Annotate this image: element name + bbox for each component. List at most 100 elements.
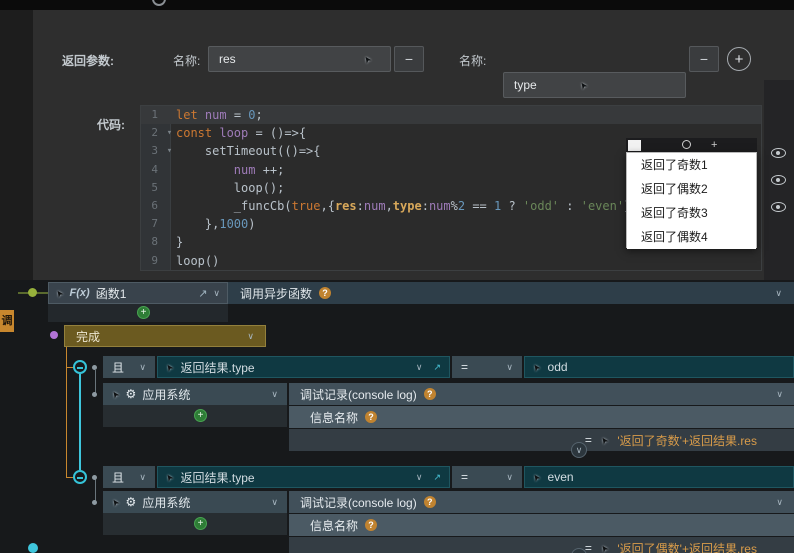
- done-branch-selector[interactable]: 完成 ∨: [64, 325, 266, 347]
- help-icon[interactable]: ?: [365, 519, 378, 531]
- plus-icon: +: [140, 306, 147, 318]
- operator-select[interactable]: = ∨: [452, 466, 522, 488]
- add-action-button[interactable]: +: [194, 409, 207, 422]
- async-call-label: 调用异步函数: [240, 286, 313, 301]
- done-label: 完成: [76, 329, 101, 344]
- popup-item[interactable]: 返回了奇数1: [627, 153, 756, 177]
- cursor-icon: ➤: [530, 361, 543, 374]
- code-label: 代码:: [97, 118, 125, 132]
- chevron-down-icon: ∨: [271, 388, 278, 399]
- info-value-row[interactable]: = ➤ '返回了奇数'+返回结果.res: [289, 429, 794, 451]
- plus-icon: +: [197, 517, 204, 529]
- side-tab[interactable]: 调: [0, 310, 14, 332]
- cursor-icon: ➤: [361, 53, 375, 66]
- operator-select[interactable]: = ∨: [452, 356, 522, 378]
- info-name-row: 信息名称 ?: [289, 514, 794, 536]
- chevron-down-icon[interactable]: ∨: [775, 288, 782, 298]
- and-label: 且: [112, 360, 125, 375]
- chevron-down-icon: ∨: [575, 444, 583, 455]
- add-child-button[interactable]: +: [137, 306, 150, 319]
- system-label: 应用系统: [142, 495, 191, 510]
- chevron-down-icon[interactable]: ∨: [776, 389, 783, 399]
- connector-line: [95, 370, 96, 394]
- minus-icon: [77, 476, 83, 479]
- function-icon: F(x): [69, 287, 90, 299]
- console-log-header[interactable]: 调试记录(console log) ? ∨: [289, 383, 794, 405]
- code-line: 1 let num = 0;: [141, 106, 761, 125]
- help-icon[interactable]: ?: [319, 287, 332, 299]
- collapse-toggle[interactable]: [73, 470, 87, 484]
- function-children-strip: +: [48, 304, 228, 322]
- remove-param-button[interactable]: −: [394, 46, 424, 72]
- equals-sign: =: [584, 433, 592, 447]
- eye-icon[interactable]: [771, 148, 786, 158]
- eye-icon[interactable]: [771, 202, 786, 212]
- help-icon[interactable]: [152, 0, 166, 6]
- chevron-down-icon[interactable]: ∨: [416, 472, 423, 482]
- chevron-down-icon[interactable]: ∨: [213, 288, 220, 298]
- node-dot: [92, 475, 97, 480]
- popup-item[interactable]: 返回了奇数3: [627, 201, 756, 225]
- event-tree: ➤ F(x) 函数1 ↗ ∨ 调用异步函数 ? ∨ + 调 完成 ∨ 且 ∨ ➤…: [0, 280, 794, 553]
- and-operator[interactable]: 且 ∨: [103, 356, 155, 378]
- param-name-input[interactable]: res ➤: [208, 46, 391, 72]
- connector-line: [95, 479, 96, 502]
- operator-value: =: [461, 470, 469, 484]
- minus-icon: −: [699, 51, 709, 67]
- expand-toggle[interactable]: ∨: [571, 442, 587, 458]
- condition-right-value: odd: [547, 360, 568, 374]
- cursor-icon: ➤: [530, 471, 543, 484]
- and-operator[interactable]: 且 ∨: [103, 466, 155, 488]
- system-select[interactable]: ➤ ⚙ 应用系统 ∨: [103, 491, 287, 513]
- cursor-icon: ➤: [597, 434, 611, 447]
- minus-icon: −: [404, 51, 414, 67]
- remove-param-button[interactable]: −: [689, 46, 719, 72]
- function-node[interactable]: ➤ F(x) 函数1 ↗ ∨: [48, 282, 228, 304]
- info-value-row[interactable]: = ➤ '返回了偶数'+返回结果.res: [289, 537, 794, 553]
- console-log-label: 调试记录(console log): [300, 387, 417, 402]
- record-icon[interactable]: [682, 140, 691, 149]
- help-icon[interactable]: ?: [423, 496, 436, 508]
- condition-left-value: 返回结果.type: [180, 470, 255, 485]
- app-window: 返回参数: 名称: res ➤ − 名称: type ➤ − + 代码: 1 le…: [0, 0, 794, 553]
- param-name-input[interactable]: type ➤: [503, 72, 686, 98]
- condition-right-chip[interactable]: ➤ even: [524, 466, 794, 488]
- cursor-icon: ➤: [109, 388, 122, 401]
- add-icon[interactable]: +: [711, 138, 717, 152]
- list-toolbar: +: [626, 138, 757, 152]
- node-dot: [92, 365, 97, 370]
- top-toolbar: [0, 0, 794, 10]
- chevron-down-icon[interactable]: ∨: [416, 362, 423, 372]
- share-icon[interactable]: ↗: [198, 287, 207, 300]
- condition-left-chip[interactable]: ➤ 返回结果.type ∨ ↗: [157, 356, 450, 378]
- popup-item[interactable]: 返回了偶数4: [627, 225, 756, 249]
- help-icon[interactable]: ?: [423, 388, 436, 400]
- external-link-icon[interactable]: ↗: [433, 362, 441, 373]
- gear-icon: ⚙: [125, 387, 137, 401]
- popup-item[interactable]: 返回了偶数2: [627, 177, 756, 201]
- chevron-down-icon[interactable]: ∨: [776, 497, 783, 507]
- eye-icon[interactable]: [771, 175, 786, 185]
- help-icon[interactable]: ?: [365, 411, 378, 423]
- node-dot: [92, 392, 97, 397]
- chevron-down-icon: ∨: [139, 361, 146, 372]
- add-param-button[interactable]: +: [727, 47, 751, 71]
- cursor-icon: ➤: [163, 361, 176, 374]
- collapse-toggle[interactable]: [73, 360, 87, 374]
- async-call-bar[interactable]: 调用异步函数 ? ∨: [228, 282, 794, 304]
- system-label: 应用系统: [142, 387, 191, 402]
- cursor-icon: ➤: [597, 542, 611, 553]
- node-dot: [28, 543, 38, 553]
- add-action-button[interactable]: +: [194, 517, 207, 530]
- info-name-label: 信息名称: [310, 518, 359, 533]
- input-box[interactable]: [628, 140, 641, 151]
- chevron-down-icon: ∨: [506, 471, 513, 482]
- operator-value: =: [461, 360, 469, 374]
- system-select[interactable]: ➤ ⚙ 应用系统 ∨: [103, 383, 287, 405]
- external-link-icon[interactable]: ↗: [433, 472, 441, 483]
- info-name-label: 信息名称: [310, 410, 359, 425]
- condition-left-chip[interactable]: ➤ 返回结果.type ∨ ↗: [157, 466, 450, 488]
- console-log-header[interactable]: 调试记录(console log) ? ∨: [289, 491, 794, 513]
- condition-right-chip[interactable]: ➤ odd: [524, 356, 794, 378]
- action-children-strip: +: [103, 513, 287, 535]
